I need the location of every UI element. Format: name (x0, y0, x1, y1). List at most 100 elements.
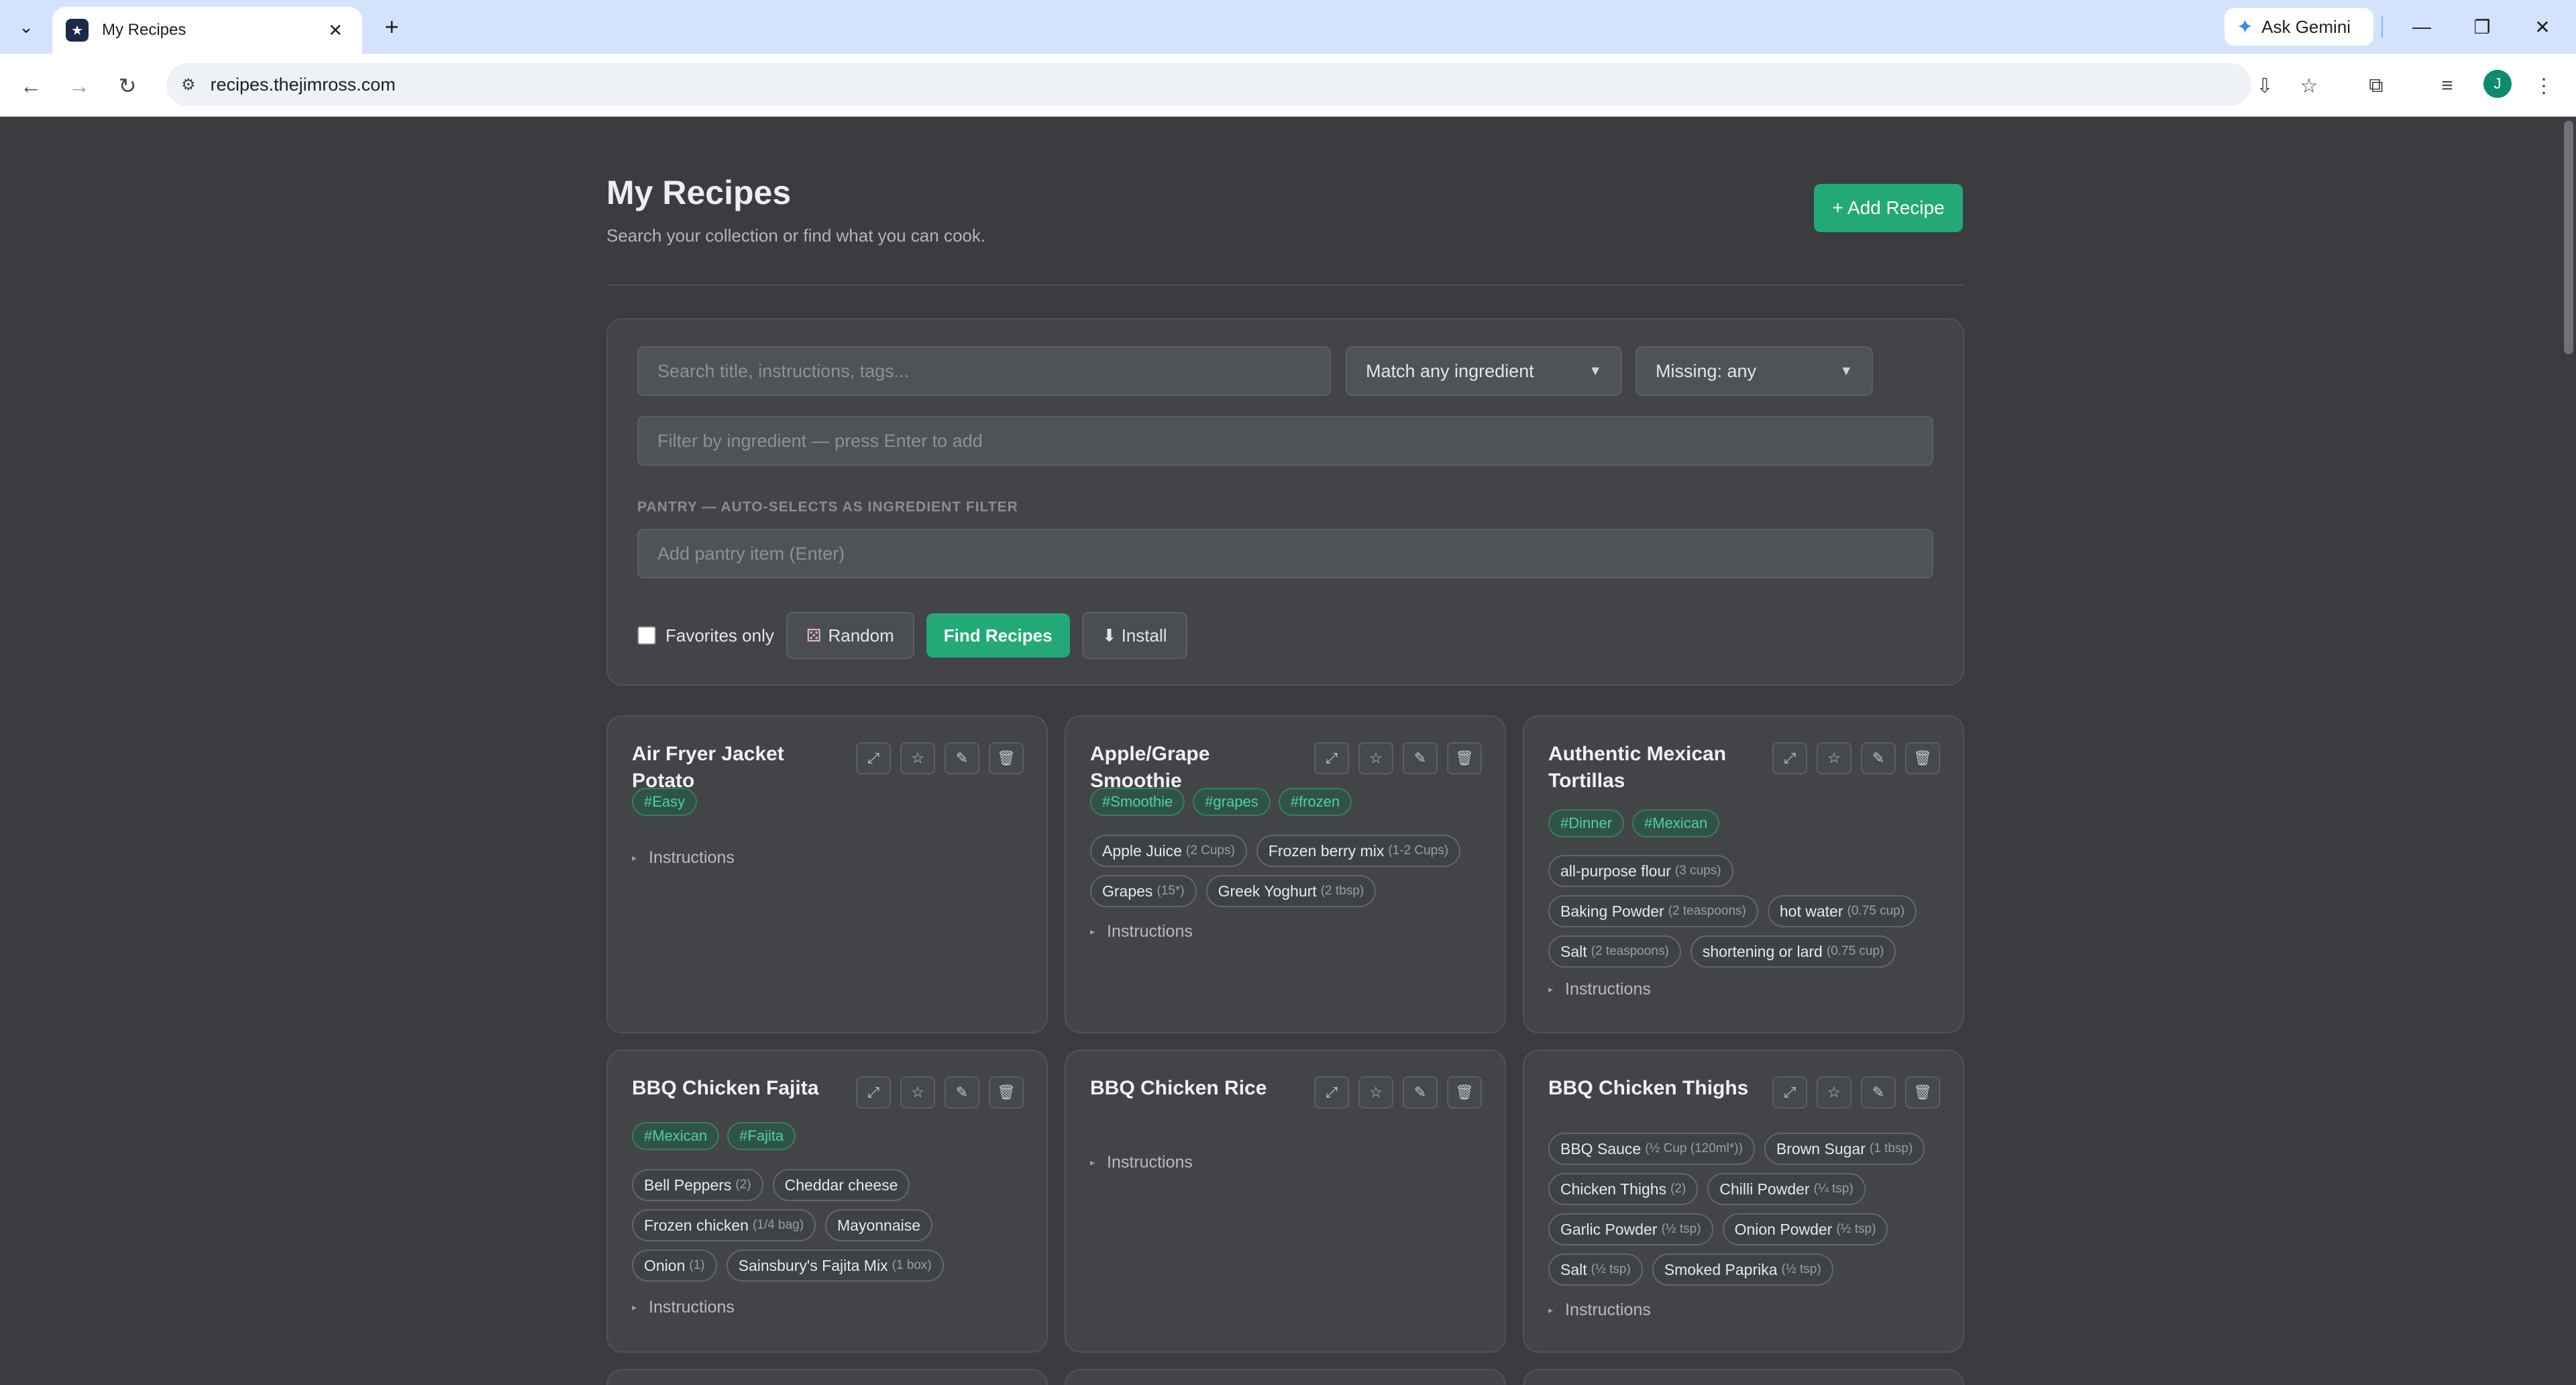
expand-icon[interactable]: ⤢ (1314, 742, 1349, 774)
delete-trash-icon[interactable]: 🗑 (989, 1076, 1024, 1109)
ingredient-chip[interactable]: Frozen berry mix (1-2 Cups) (1256, 835, 1461, 867)
ingredient-chip[interactable]: Frozen chicken (1/4 bag) (632, 1209, 816, 1241)
ingredient-chip[interactable]: shortening or lard (0.75 cup) (1690, 935, 1896, 968)
delete-trash-icon[interactable]: 🗑 (1447, 742, 1482, 774)
new-tab-plus-icon[interactable]: + (377, 12, 407, 42)
ingredient-chip[interactable]: Onion Powder (½ tsp) (1722, 1213, 1888, 1245)
edit-pencil-icon[interactable]: ✎ (1403, 1076, 1438, 1109)
tab-search-chevron-icon[interactable]: ⌄ (7, 11, 46, 43)
ingredient-chip[interactable]: Onion (1) (632, 1249, 717, 1282)
reload-icon[interactable]: ↻ (110, 68, 145, 103)
tag[interactable]: #Dinner (1548, 809, 1625, 837)
search-input[interactable]: Search title, instructions, tags... (637, 346, 1331, 396)
add-recipe-button[interactable]: + Add Recipe (1814, 184, 1963, 232)
favorites-checkbox[interactable] (637, 626, 656, 645)
ingredient-chip[interactable]: Greek Yoghurt (2 tbsp) (1205, 875, 1377, 907)
edit-pencil-icon[interactable]: ✎ (1861, 742, 1896, 774)
tag[interactable]: #Mexican (1632, 809, 1720, 837)
expand-icon[interactable]: ⤢ (856, 1076, 891, 1109)
scrollbar-thumb[interactable] (2564, 121, 2573, 354)
tag[interactable]: #Fajita (727, 1122, 796, 1150)
extensions-puzzle-icon[interactable]: ⧉ (2359, 68, 2394, 103)
tag[interactable]: #grapes (1193, 788, 1271, 816)
expand-icon[interactable]: ⤢ (1772, 742, 1807, 774)
tab-close-icon[interactable]: ✕ (322, 20, 349, 41)
ingredient-chip[interactable]: BBQ Sauce (½ Cup (120ml*)) (1548, 1133, 1755, 1165)
favorite-star-icon[interactable]: ☆ (1358, 742, 1393, 774)
instructions-toggle[interactable]: ▸ Instructions (1090, 922, 1193, 941)
tag[interactable]: #Easy (632, 788, 698, 816)
tag[interactable]: #Mexican (632, 1122, 720, 1150)
missing-select[interactable]: Missing: any ▼ (1635, 346, 1873, 396)
favorite-star-icon[interactable]: ☆ (900, 742, 935, 774)
recipe-title[interactable]: BBQ Chicken Thighs (1548, 1075, 1763, 1102)
instructions-toggle[interactable]: ▸ Instructions (632, 848, 735, 868)
favorite-star-icon[interactable]: ☆ (1358, 1076, 1393, 1109)
find-recipes-button[interactable]: Find Recipes (926, 613, 1070, 658)
recipe-title[interactable]: BBQ Chicken Rice (1090, 1075, 1305, 1102)
ingredient-chip[interactable]: Chilli Powder (¼ tsp) (1707, 1173, 1866, 1205)
recipe-card[interactable]: BBQ Chicken Rice ⤢ ☆ ✎ 🗑 ▸ Instructions (1065, 1049, 1506, 1353)
ask-gemini-button[interactable]: ✦ Ask Gemini (2224, 8, 2373, 46)
delete-trash-icon[interactable]: 🗑 (1447, 1076, 1482, 1109)
edit-pencil-icon[interactable]: ✎ (1861, 1076, 1896, 1109)
address-bar[interactable]: ⚙ recipes.thejimross.com (166, 63, 2251, 106)
favorite-star-icon[interactable]: ☆ (900, 1076, 935, 1109)
ingredient-chip[interactable]: Baking Powder (2 teaspoons) (1548, 895, 1758, 927)
ingredient-chip[interactable]: Sainsbury's Fajita Mix (1 box) (726, 1249, 944, 1282)
bookmark-star-icon[interactable]: ☆ (2292, 68, 2326, 103)
recipe-card[interactable]: Authentic Mexican Tortillas ⤢ ☆ ✎ 🗑 #Din… (1523, 715, 1964, 1033)
random-button[interactable]: ⚄ Random (786, 612, 914, 659)
expand-icon[interactable]: ⤢ (1314, 1076, 1349, 1109)
ingredient-chip[interactable]: Salt (½ tsp) (1548, 1253, 1643, 1286)
recipe-card[interactable] (606, 1369, 1048, 1385)
install-app-icon[interactable]: ⇩ (2247, 68, 2282, 103)
restore-icon[interactable]: ❐ (2455, 9, 2509, 44)
ingredient-chip[interactable]: Salt (2 teaspoons) (1548, 935, 1681, 968)
tag[interactable]: #frozen (1278, 788, 1352, 816)
ingredient-chip[interactable]: Cheddar cheese (772, 1169, 910, 1201)
recipe-card[interactable]: BBQ Chicken Thighs ⤢ ☆ ✎ 🗑 BBQ Sauce (½ C… (1523, 1049, 1964, 1353)
instructions-toggle[interactable]: ▸ Instructions (1090, 1153, 1193, 1172)
profile-avatar[interactable]: J (2483, 70, 2512, 98)
instructions-toggle[interactable]: ▸ Instructions (1548, 1300, 1651, 1320)
tag[interactable]: #Smoothie (1090, 788, 1185, 816)
recipe-title[interactable]: BBQ Chicken Fajita (632, 1075, 847, 1102)
back-arrow-icon[interactable]: ← (13, 68, 48, 103)
ingredient-chip[interactable]: all-purpose flour (3 cups) (1548, 855, 1733, 887)
ingredient-chip[interactable]: Garlic Powder (½ tsp) (1548, 1213, 1713, 1245)
scrollbar[interactable] (2560, 117, 2576, 1385)
minimize-icon[interactable]: — (2395, 9, 2449, 44)
recipe-card[interactable]: Apple/Grape Smoothie ⤢ ☆ ✎ 🗑 #Smoothie #… (1065, 715, 1506, 1033)
instructions-toggle[interactable]: ▸ Instructions (1548, 980, 1651, 999)
recipe-title[interactable]: Apple/Grape Smoothie (1090, 741, 1305, 794)
favorite-star-icon[interactable]: ☆ (1817, 742, 1851, 774)
window-close-icon[interactable]: ✕ (2516, 9, 2569, 44)
ingredient-chip[interactable]: Chicken Thighs (2) (1548, 1173, 1699, 1205)
ingredient-chip[interactable]: Mayonnaise (825, 1209, 933, 1241)
recipe-card[interactable]: BBQ Chicken Fajita ⤢ ☆ ✎ 🗑 #Mexican #Faj… (606, 1049, 1048, 1353)
recipe-card[interactable] (1523, 1369, 1964, 1385)
recipe-title[interactable]: Air Fryer Jacket Potato (632, 741, 847, 794)
ingredient-chip[interactable]: Bell Peppers (2) (632, 1169, 763, 1201)
site-info-icon[interactable]: ⚙ (181, 75, 196, 95)
browser-menu-icon[interactable]: ⋮ (2526, 68, 2561, 103)
expand-icon[interactable]: ⤢ (1772, 1076, 1807, 1109)
favorite-star-icon[interactable]: ☆ (1817, 1076, 1851, 1109)
browser-tab[interactable]: ★ My Recipes ✕ (52, 7, 362, 54)
ingredient-chip[interactable]: Brown Sugar (1 tbsp) (1764, 1133, 1925, 1165)
edit-pencil-icon[interactable]: ✎ (945, 1076, 979, 1109)
ingredient-chip[interactable]: Grapes (15*) (1090, 875, 1197, 907)
ingredient-filter-input[interactable]: Filter by ingredient — press Enter to ad… (637, 416, 1933, 466)
delete-trash-icon[interactable]: 🗑 (1905, 1076, 1940, 1109)
instructions-toggle[interactable]: ▸ Instructions (632, 1298, 735, 1317)
media-controls-icon[interactable]: ≡ (2430, 68, 2465, 103)
pantry-input[interactable]: Add pantry item (Enter) (637, 529, 1933, 578)
recipe-card[interactable]: Air Fryer Jacket Potato ⤢ ☆ ✎ 🗑 #Easy ▸ … (606, 715, 1048, 1033)
delete-trash-icon[interactable]: 🗑 (989, 742, 1024, 774)
delete-trash-icon[interactable]: 🗑 (1905, 742, 1940, 774)
expand-icon[interactable]: ⤢ (856, 742, 891, 774)
ingredient-chip[interactable]: Apple Juice (2 Cups) (1090, 835, 1247, 867)
ingredient-chip[interactable]: Smoked Paprika (½ tsp) (1652, 1253, 1833, 1286)
recipe-card[interactable] (1065, 1369, 1506, 1385)
